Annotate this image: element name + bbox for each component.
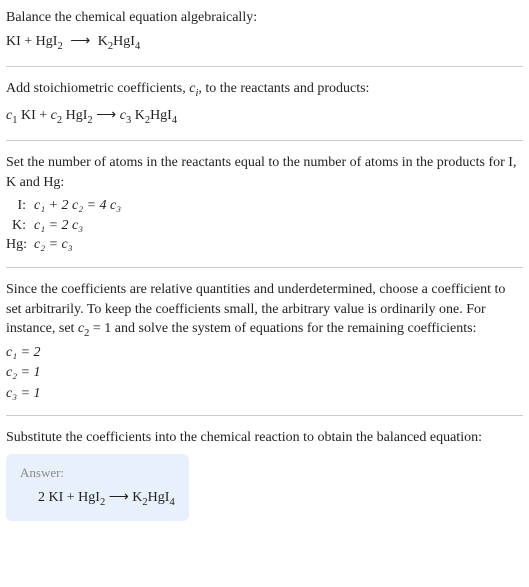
coef-line: c₁ = 2 xyxy=(6,343,523,363)
answer-label: Answer: xyxy=(20,464,175,482)
text-part: Add stoichiometric coefficients, xyxy=(6,81,189,96)
intro-section: Balance the chemical equation algebraica… xyxy=(6,8,523,54)
atoms-table: I: c₁ + 2 c₂ = 4 c₃ K: c₁ = 2 c₃ Hg: c₂ … xyxy=(6,196,523,255)
step1-section: Add stoichiometric coefficients, ci, to … xyxy=(6,79,523,128)
step3-section: Since the coefficients are relative quan… xyxy=(6,280,523,403)
eq-text: c₁ + 2 c₂ = 4 c₃ xyxy=(34,198,121,213)
answer-equation: 2 KI + HgI2 ⟶ K2HgI4 xyxy=(20,488,175,510)
divider xyxy=(6,267,523,268)
eq-part: HgI xyxy=(113,34,135,49)
step4-text: Substitute the coefficients into the che… xyxy=(6,428,523,448)
atom-label: I: xyxy=(6,196,34,216)
arrow-icon: ⟶ xyxy=(93,108,120,123)
atoms-row: Hg: c₂ = c₃ xyxy=(6,235,523,255)
eq-part: HgI xyxy=(150,108,172,123)
step1-equation: c1 KI + c2 HgI2 ⟶ c3 K2HgI4 xyxy=(6,106,523,128)
atom-equation: c₂ = c₃ xyxy=(34,235,73,255)
eq-sub: 4 xyxy=(135,40,140,51)
step1-text: Add stoichiometric coefficients, ci, to … xyxy=(6,79,523,101)
eq-sub: 2 xyxy=(57,40,62,51)
atoms-row: I: c₁ + 2 c₂ = 4 c₃ xyxy=(6,196,523,216)
eq-text: c₁ = 2 c₃ xyxy=(34,218,83,233)
eq-sub: 4 xyxy=(169,497,174,508)
atom-equation: c₁ + 2 c₂ = 4 c₃ xyxy=(34,196,121,216)
eq-part: K xyxy=(98,34,108,49)
eq-part: KI + HgI xyxy=(6,34,57,49)
divider xyxy=(6,140,523,141)
intro-text: Balance the chemical equation algebraica… xyxy=(6,8,523,28)
eq-sub: 4 xyxy=(172,114,177,125)
divider xyxy=(6,415,523,416)
divider xyxy=(6,66,523,67)
text-part: , to the reactants and products: xyxy=(198,81,369,96)
coef-line: c₂ = 1 xyxy=(6,363,523,383)
eq-text: c₂ = c₃ xyxy=(34,237,73,252)
arrow-icon: ⟶ xyxy=(105,490,132,505)
eq-part: K xyxy=(132,490,142,505)
text-part: = 1 and solve the system of equations fo… xyxy=(89,321,476,336)
eq-part: HgI xyxy=(62,108,87,123)
coef-line: c₃ = 1 xyxy=(6,384,523,404)
atoms-row: K: c₁ = 2 c₃ xyxy=(6,216,523,236)
eq-part: KI + xyxy=(17,108,50,123)
step3-text: Since the coefficients are relative quan… xyxy=(6,280,523,342)
atom-equation: c₁ = 2 c₃ xyxy=(34,216,83,236)
eq-part: HgI xyxy=(148,490,170,505)
atom-label: K: xyxy=(6,216,34,236)
atom-label: Hg: xyxy=(6,235,34,255)
eq-part: 2 KI + HgI xyxy=(38,490,100,505)
intro-equation: KI + HgI2 ⟶ K2HgI4 xyxy=(6,32,523,54)
answer-box: Answer: 2 KI + HgI2 ⟶ K2HgI4 xyxy=(6,454,189,521)
step2-text: Set the number of atoms in the reactants… xyxy=(6,153,523,192)
step2-section: Set the number of atoms in the reactants… xyxy=(6,153,523,255)
step4-section: Substitute the coefficients into the che… xyxy=(6,428,523,520)
arrow-icon: ⟶ xyxy=(70,32,90,52)
eq-part: K xyxy=(131,108,145,123)
